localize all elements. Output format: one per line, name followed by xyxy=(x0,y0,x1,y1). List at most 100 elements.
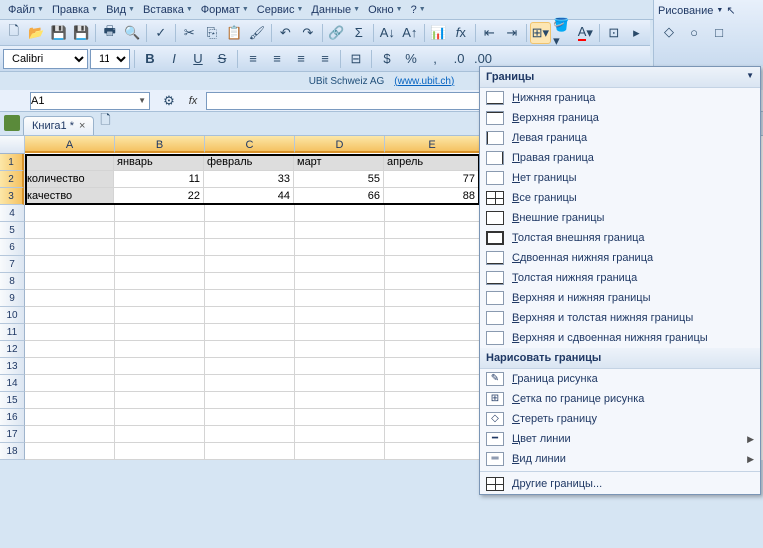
border-option[interactable]: Внешние границы xyxy=(480,208,760,228)
row-header[interactable]: 5 xyxy=(0,222,25,239)
border-option[interactable]: Нет границы xyxy=(480,168,760,188)
fx-label[interactable]: fx xyxy=(184,92,202,110)
cell[interactable] xyxy=(205,290,295,307)
sum-icon[interactable]: Σ xyxy=(348,22,370,44)
cell[interactable]: январь xyxy=(114,154,204,171)
row-header[interactable]: 10 xyxy=(0,307,25,324)
cell[interactable] xyxy=(25,290,115,307)
cell[interactable]: 77 xyxy=(384,171,479,188)
font-size-select[interactable]: 11 xyxy=(90,49,130,69)
undo-icon[interactable]: ↶ xyxy=(275,22,297,44)
cell[interactable] xyxy=(295,239,385,256)
cell[interactable] xyxy=(115,256,205,273)
cell[interactable] xyxy=(25,443,115,460)
save-icon[interactable]: 💾 xyxy=(48,22,70,44)
cell[interactable] xyxy=(115,290,205,307)
cell[interactable] xyxy=(115,273,205,290)
cell[interactable] xyxy=(295,409,385,426)
cell[interactable] xyxy=(295,307,385,324)
close-tab-icon[interactable]: × xyxy=(79,120,85,132)
cell[interactable]: количество xyxy=(24,171,114,188)
cell[interactable] xyxy=(25,307,115,324)
cell[interactable] xyxy=(385,443,480,460)
more-icon[interactable]: ▸ xyxy=(626,22,648,44)
border-option[interactable]: Верхняя и сдвоенная нижняя границы xyxy=(480,328,760,348)
row-header[interactable]: 6 xyxy=(0,239,25,256)
menu-format[interactable]: Формат▼ xyxy=(197,2,253,18)
shape-icon[interactable]: ○ xyxy=(683,21,705,43)
align-center-icon[interactable]: ≡ xyxy=(266,48,288,70)
align-left-icon[interactable]: ≡ xyxy=(242,48,264,70)
cell[interactable] xyxy=(115,358,205,375)
cell[interactable] xyxy=(25,409,115,426)
save-all-icon[interactable]: 💾 xyxy=(71,22,93,44)
italic-icon[interactable]: I xyxy=(163,48,185,70)
format-painter-icon[interactable]: 🖌 xyxy=(246,22,268,44)
border-option[interactable]: Толстая нижняя граница xyxy=(480,268,760,288)
open-icon[interactable]: 📂 xyxy=(26,22,48,44)
col-header-b[interactable]: B xyxy=(115,136,205,153)
cell[interactable] xyxy=(385,205,480,222)
cell[interactable] xyxy=(115,443,205,460)
border-option[interactable]: Верхняя и толстая нижняя границы xyxy=(480,308,760,328)
cell[interactable] xyxy=(385,324,480,341)
border-option[interactable]: Правая граница xyxy=(480,148,760,168)
row-header[interactable]: 3 xyxy=(0,188,24,205)
cell[interactable] xyxy=(25,426,115,443)
cell[interactable] xyxy=(205,239,295,256)
cell[interactable]: качество xyxy=(24,188,114,205)
cell[interactable] xyxy=(205,375,295,392)
cell[interactable] xyxy=(25,205,115,222)
cell[interactable] xyxy=(115,222,205,239)
cell[interactable] xyxy=(295,443,385,460)
cut-icon[interactable]: ✂ xyxy=(179,22,201,44)
cell[interactable]: 55 xyxy=(294,171,384,188)
border-option[interactable]: Верхняя граница xyxy=(480,108,760,128)
cell[interactable] xyxy=(295,222,385,239)
cell[interactable] xyxy=(115,392,205,409)
menu-window[interactable]: Окно▼ xyxy=(364,2,407,18)
menu-file[interactable]: Файл▼ xyxy=(4,2,48,18)
border-option[interactable]: Сдвоенная нижняя граница xyxy=(480,248,760,268)
paste-icon[interactable]: 📋 xyxy=(224,22,246,44)
align-right-icon[interactable]: ≡ xyxy=(290,48,312,70)
cell[interactable] xyxy=(295,324,385,341)
cell[interactable] xyxy=(25,358,115,375)
row-header[interactable]: 1 xyxy=(0,154,24,171)
cell[interactable] xyxy=(115,205,205,222)
cell[interactable] xyxy=(295,273,385,290)
cell[interactable] xyxy=(205,222,295,239)
comma-icon[interactable]: , xyxy=(424,48,446,70)
drawing-menu[interactable]: Рисование xyxy=(658,5,713,17)
cell[interactable] xyxy=(295,375,385,392)
menu-tools[interactable]: Сервис▼ xyxy=(253,2,308,18)
cell[interactable] xyxy=(115,341,205,358)
cell[interactable]: февраль xyxy=(204,154,294,171)
cell[interactable] xyxy=(385,409,480,426)
preview-icon[interactable]: 🔍 xyxy=(122,22,144,44)
cell[interactable] xyxy=(25,324,115,341)
cell[interactable] xyxy=(295,426,385,443)
cell[interactable] xyxy=(295,256,385,273)
cell[interactable] xyxy=(115,239,205,256)
cell[interactable]: 22 xyxy=(114,188,204,205)
border-option[interactable]: Толстая внешняя граница xyxy=(480,228,760,248)
cell[interactable] xyxy=(115,324,205,341)
row-header[interactable]: 13 xyxy=(0,358,25,375)
font-color-icon[interactable]: A▾ xyxy=(575,22,597,44)
select-all-corner[interactable] xyxy=(0,136,25,154)
new-doc-icon[interactable]: 🗋 xyxy=(3,22,25,44)
cell[interactable] xyxy=(24,154,114,171)
cell[interactable] xyxy=(385,341,480,358)
border-draw-option[interactable]: ✎Граница рисунка xyxy=(480,369,760,389)
cell[interactable] xyxy=(295,290,385,307)
border-option[interactable]: Левая граница xyxy=(480,128,760,148)
col-header-e[interactable]: E xyxy=(385,136,480,153)
new-tab-icon[interactable]: 🗋 xyxy=(94,111,116,133)
cell[interactable] xyxy=(115,409,205,426)
border-option[interactable]: Верхняя и нижняя границы xyxy=(480,288,760,308)
cell[interactable] xyxy=(25,273,115,290)
cell[interactable]: апрель xyxy=(384,154,479,171)
menu-help[interactable]: ?▼ xyxy=(407,2,430,18)
cell[interactable]: март xyxy=(294,154,384,171)
